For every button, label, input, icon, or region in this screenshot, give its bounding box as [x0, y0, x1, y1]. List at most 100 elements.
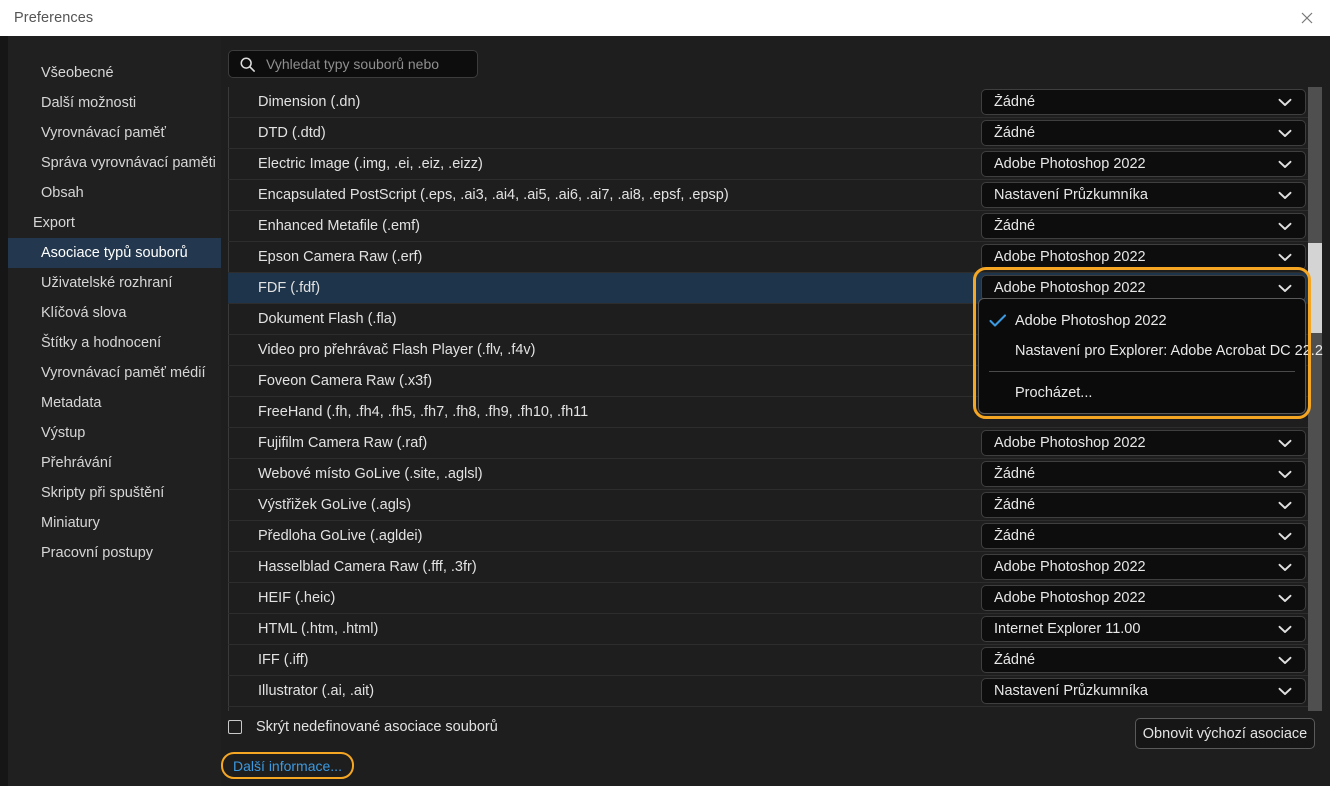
sidebar-item[interactable]: Miniatury: [8, 508, 221, 538]
chevron-down-icon: [1278, 563, 1292, 571]
more-info-link-highlight[interactable]: Další informace...: [221, 752, 354, 779]
chevron-down-icon: [1278, 687, 1292, 695]
sidebar-item-label: Miniatury: [41, 515, 100, 531]
table-row[interactable]: Dimension (.dn) Žádné: [228, 87, 1308, 118]
app-association-select[interactable]: Internet Explorer 11.00: [981, 616, 1306, 642]
sidebar-item[interactable]: Všeobecné: [8, 58, 221, 88]
titlebar: Preferences: [0, 0, 1330, 36]
table-row[interactable]: Výstřižek GoLive (.agls) Žádné: [228, 490, 1308, 521]
more-info-link[interactable]: Další informace...: [233, 758, 342, 774]
sidebar-item-label: Vyrovnávací paměť: [41, 125, 166, 141]
app-association-value: Nastavení Průzkumníka: [994, 683, 1148, 699]
chevron-down-icon: [1278, 98, 1292, 106]
chevron-down-icon: [1278, 191, 1292, 199]
chevron-down-icon: [1278, 284, 1292, 292]
table-row[interactable]: Electric Image (.img, .ei, .eiz, .eizz) A…: [228, 149, 1308, 180]
app-association-value: Žádné: [994, 125, 1036, 141]
dropdown-menu-item[interactable]: Adobe Photoshop 2022: [979, 306, 1305, 336]
hide-undefined-checkbox[interactable]: [228, 720, 242, 734]
table-row[interactable]: HTML (.htm, .html) Internet Explorer 11.0…: [228, 614, 1308, 645]
checkmark-icon: [989, 314, 1007, 327]
sidebar-item-label: Výstup: [41, 425, 86, 441]
sidebar-item[interactable]: Export: [8, 208, 221, 238]
chevron-down-icon: [1278, 656, 1292, 664]
sidebar-item[interactable]: Vyrovnávací paměť médií: [8, 358, 221, 388]
table-row[interactable]: Epson Camera Raw (.erf) Adobe Photoshop 2…: [228, 242, 1308, 273]
sidebar-item[interactable]: Klíčová slova: [8, 298, 221, 328]
app-association-select[interactable]: Nastavení Průzkumníka: [981, 182, 1306, 208]
table-row[interactable]: Fujifilm Camera Raw (.raf) Adobe Photosho…: [228, 428, 1308, 459]
sidebar-item[interactable]: Výstup: [8, 418, 221, 448]
sidebar-item[interactable]: Pracovní postupy: [8, 538, 221, 568]
app-association-select[interactable]: Adobe Photoshop 2022: [981, 585, 1306, 611]
chevron-down-icon: [1278, 594, 1292, 602]
sidebar-item-label: Další možnosti: [41, 95, 137, 111]
table-row[interactable]: Webové místo GoLive (.site, .aglsl) Žádné: [228, 459, 1308, 490]
sidebar-item[interactable]: Štítky a hodnocení: [8, 328, 221, 358]
sidebar-item[interactable]: Skripty při spuštění: [8, 478, 221, 508]
app-association-select[interactable]: Adobe Photoshop 2022: [981, 151, 1306, 177]
file-type-name: HEIF (.heic): [258, 590, 336, 606]
sidebar-item-label: Metadata: [41, 395, 102, 411]
file-type-name: Illustrator (.ai, .ait): [258, 683, 375, 699]
hide-undefined-checkbox-row[interactable]: Skrýt nedefinované asociace souborů: [228, 719, 498, 735]
sidebar-item-label: Uživatelské rozhraní: [41, 275, 173, 291]
sidebar-item[interactable]: Obsah: [8, 178, 221, 208]
app-association-select[interactable]: Žádné: [981, 120, 1306, 146]
app-association-select[interactable]: Adobe Photoshop 2022: [981, 430, 1306, 456]
app-association-select[interactable]: Žádné: [981, 89, 1306, 115]
sidebar-item[interactable]: Další možnosti: [8, 88, 221, 118]
app-association-select[interactable]: Nastavení Průzkumníka: [981, 678, 1306, 704]
app-association-select[interactable]: Žádné: [981, 461, 1306, 487]
app-dropdown-menu[interactable]: Adobe Photoshop 2022 Nastavení pro Explor…: [978, 298, 1323, 414]
file-type-name: Epson Camera Raw (.erf): [258, 249, 423, 265]
file-type-name: Výstřižek GoLive (.agls): [258, 497, 412, 513]
file-type-name: Dokument Flash (.fla): [258, 311, 397, 327]
search-input[interactable]: [266, 56, 477, 72]
table-scrollbar[interactable]: [1308, 87, 1322, 711]
file-type-name: IFF (.iff): [258, 652, 309, 668]
sidebar-item[interactable]: Metadata: [8, 388, 221, 418]
app-association-select[interactable]: Žádné: [981, 523, 1306, 549]
close-button[interactable]: [1284, 0, 1330, 36]
app-association-value: Adobe Photoshop 2022: [994, 249, 1146, 265]
file-type-name: Hasselblad Camera Raw (.fff, .3fr): [258, 559, 477, 575]
table-row[interactable]: Illustrator (.ai, .ait) Nastavení Průzkum…: [228, 676, 1308, 707]
hide-undefined-checkbox-label: Skrýt nedefinované asociace souborů: [256, 719, 498, 735]
sidebar-item[interactable]: Vyrovnávací paměť: [8, 118, 221, 148]
table-row[interactable]: HEIF (.heic) Adobe Photoshop 2022: [228, 583, 1308, 614]
dropdown-browse-item[interactable]: Procházet...: [979, 378, 1305, 408]
scrollbar-thumb[interactable]: [1308, 243, 1322, 333]
app-association-value: Nastavení Průzkumníka: [994, 187, 1148, 203]
app-association-select[interactable]: Adobe Photoshop 2022: [981, 554, 1306, 580]
app-association-select[interactable]: Žádné: [981, 213, 1306, 239]
app-association-select[interactable]: Adobe Photoshop 2022: [981, 244, 1306, 270]
app-association-value: Žádné: [994, 652, 1036, 668]
dropdown-menu-item[interactable]: Nastavení pro Explorer: Adobe Acrobat DC…: [979, 336, 1323, 366]
table-row[interactable]: DTD (.dtd) Žádné: [228, 118, 1308, 149]
chevron-down-icon: [1278, 439, 1292, 447]
app-association-value: Adobe Photoshop 2022: [994, 559, 1146, 575]
sidebar-item[interactable]: Uživatelské rozhraní: [8, 268, 221, 298]
file-type-name: Fujifilm Camera Raw (.raf): [258, 435, 428, 451]
sidebar-item-label: Všeobecné: [41, 65, 114, 81]
sidebar-item-label: Skripty při spuštění: [41, 485, 165, 501]
checkmark-placeholder: [989, 386, 1007, 400]
restore-defaults-button[interactable]: Obnovit výchozí asociace: [1135, 718, 1315, 749]
sidebar-item-label: Klíčová slova: [41, 305, 127, 321]
table-row[interactable]: Hasselblad Camera Raw (.fff, .3fr) Adobe …: [228, 552, 1308, 583]
app-association-select[interactable]: Žádné: [981, 492, 1306, 518]
sidebar-item-label: Vyrovnávací paměť médií: [41, 365, 206, 381]
table-row[interactable]: IFF (.iff) Žádné: [228, 645, 1308, 676]
app-association-value: Žádné: [994, 218, 1036, 234]
sidebar-item[interactable]: Správa vyrovnávací paměti: [8, 148, 221, 178]
sidebar-item[interactable]: Asociace typů souborů: [8, 238, 221, 268]
app-association-value: Žádné: [994, 94, 1036, 110]
table-row[interactable]: Enhanced Metafile (.emf) Žádné: [228, 211, 1308, 242]
sidebar-item[interactable]: Přehrávání: [8, 448, 221, 478]
table-row[interactable]: Encapsulated PostScript (.eps, .ai3, .ai…: [228, 180, 1308, 211]
sidebar-item-label: Obsah: [41, 185, 84, 201]
search-box[interactable]: [228, 50, 478, 78]
table-row[interactable]: Předloha GoLive (.agldei) Žádné: [228, 521, 1308, 552]
app-association-select[interactable]: Žádné: [981, 647, 1306, 673]
